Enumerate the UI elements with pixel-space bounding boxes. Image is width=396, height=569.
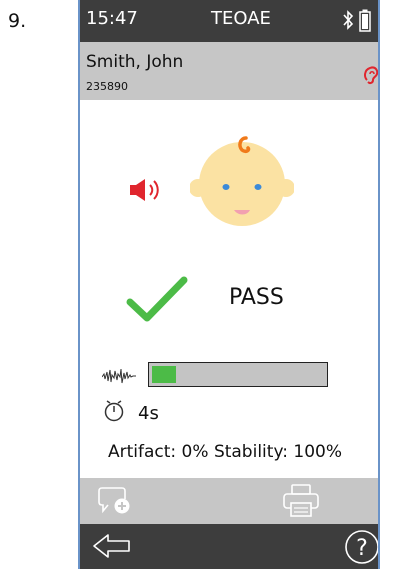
battery-icon: [359, 9, 371, 36]
navigation-bar: ?: [80, 524, 378, 569]
stability-text: Stability: 100%: [213, 442, 342, 462]
test-progress-fill: [152, 366, 177, 383]
help-icon[interactable]: ?: [344, 529, 378, 569]
patient-id: 235890: [86, 80, 128, 93]
speaker-icon: [129, 177, 163, 207]
ear-icon: [362, 64, 378, 90]
back-arrow-icon[interactable]: [92, 532, 132, 564]
svg-text:?: ?: [356, 536, 368, 561]
test-duration: 4s: [138, 403, 159, 424]
patient-name: Smith, John: [86, 52, 184, 72]
clock-time: 15:47: [86, 8, 138, 29]
test-mode-title: TEOAE: [211, 8, 271, 29]
printer-icon[interactable]: [282, 484, 320, 522]
stopwatch-icon: [102, 398, 126, 426]
test-result: PASS: [229, 285, 284, 310]
bluetooth-icon: [342, 10, 354, 34]
action-bar: [80, 478, 378, 524]
test-statistics: Artifact: 0% Stability: 100%: [108, 442, 342, 462]
device-screen: 15:47 TEOAE Smith, John 235890 PASS 4s A…: [78, 0, 380, 569]
add-comment-icon[interactable]: [98, 484, 134, 520]
test-progress-bar: [148, 362, 328, 387]
status-bar: 15:47 TEOAE: [80, 0, 378, 42]
figure-number: 9.: [8, 10, 27, 32]
checkmark-icon: [126, 276, 188, 328]
waveform-icon: [101, 366, 136, 390]
patient-header[interactable]: Smith, John 235890: [80, 42, 378, 100]
baby-face-icon: [189, 132, 295, 234]
artifact-text: Artifact: 0%: [108, 442, 209, 462]
